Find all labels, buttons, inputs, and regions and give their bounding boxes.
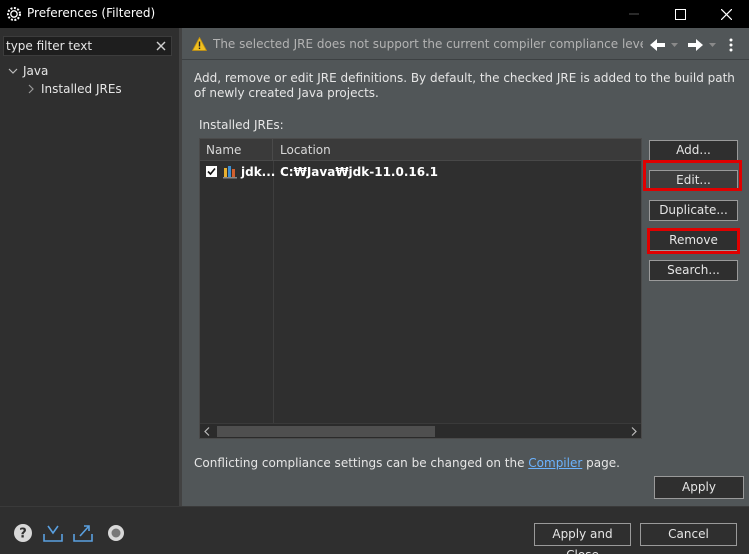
import-icon[interactable] [43,523,63,543]
chevron-right-icon[interactable] [26,84,36,94]
view-menu-button[interactable] [729,37,733,53]
installed-jres-table[interactable]: Name Location jdk... C:₩Java₩jdk-11.0.16… [199,138,642,439]
scroll-right-icon[interactable] [631,427,637,436]
preference-page: The selected JRE does not support the cu… [182,28,749,506]
forward-button[interactable] [688,37,717,53]
tree-item-installed-jres[interactable]: Installed JREs [26,81,122,97]
filter-input[interactable] [6,38,154,54]
export-icon[interactable] [73,523,93,543]
tree-item-label: Java [23,64,49,78]
minimize-button[interactable] [611,0,657,28]
jre-name-cell: jdk... [241,165,276,179]
page-header: The selected JRE does not support the cu… [182,28,749,60]
column-header-location[interactable]: Location [273,139,641,161]
record-icon[interactable] [106,523,126,543]
search-button[interactable]: Search... [649,260,738,281]
apply-button[interactable]: Apply [654,476,744,499]
close-button[interactable] [703,0,749,28]
title-bar: Preferences (Filtered) [0,0,749,28]
close-icon [720,8,732,20]
installed-jres-label: Installed JREs: [199,118,284,132]
checkbox-checked[interactable] [206,166,217,177]
svg-text:?: ? [19,527,27,542]
arrow-right-icon [688,39,703,51]
dialog-footer: ? Apply and Close Cancel [0,506,749,554]
window-title: Preferences (Filtered) [27,6,156,20]
compliance-text-suffix: page. [582,456,620,470]
filter-field[interactable] [3,36,172,56]
compliance-text: Conflicting compliance settings can be c… [194,456,529,470]
arrow-left-icon [650,39,665,51]
dropdown-arrow-icon[interactable] [671,42,679,48]
warning-icon [192,37,207,51]
page-description: Add, remove or edit JRE definitions. By … [194,71,735,100]
apply-and-close-button[interactable]: Apply and Close [534,523,631,554]
back-button[interactable] [650,37,679,53]
warning-message: The selected JRE does not support the cu… [213,37,643,51]
clear-filter-icon[interactable] [155,40,167,52]
table-row[interactable]: jdk... C:₩Java₩jdk-11.0.16.1 [200,163,641,181]
tree-item-java[interactable]: Java [8,63,48,79]
cancel-button[interactable]: Cancel [640,523,737,546]
horizontal-scrollbar[interactable] [200,423,641,438]
scroll-left-icon[interactable] [204,427,210,436]
compiler-link[interactable]: Compiler [528,456,582,470]
jre-library-icon [223,166,237,179]
duplicate-button[interactable]: Duplicate... [649,200,738,221]
jre-location-cell: C:₩Java₩jdk-11.0.16.1 [280,165,438,179]
compliance-note: Conflicting compliance settings can be c… [194,456,620,470]
column-divider [273,161,274,423]
more-vertical-icon [729,38,733,52]
tree-item-label: Installed JREs [41,82,122,96]
column-header-name[interactable]: Name [200,139,273,161]
chevron-down-icon[interactable] [8,66,18,76]
scrollbar-thumb[interactable] [217,426,435,437]
maximize-icon [674,8,686,20]
maximize-button[interactable] [657,0,703,28]
add-button[interactable]: Add... [649,140,738,161]
eclipse-gear-icon [7,7,21,21]
remove-highlight-box [647,228,740,254]
minimize-icon [629,13,639,15]
help-icon[interactable]: ? [13,523,33,543]
dropdown-arrow-icon[interactable] [709,42,717,48]
edit-highlight-box [643,160,742,191]
preference-tree-pane: Java Installed JREs [0,28,179,506]
